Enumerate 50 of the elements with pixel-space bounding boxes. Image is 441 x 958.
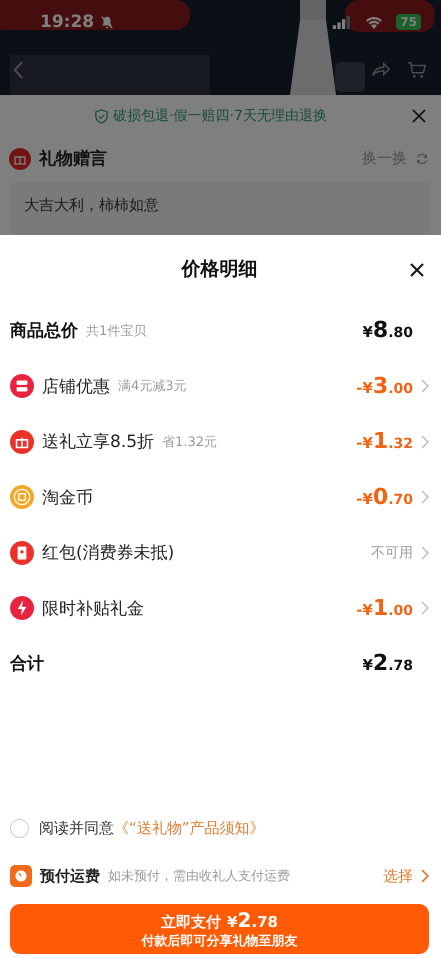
discount-label: 店铺优惠 [42,376,110,398]
terms-link[interactable]: 《“送礼物”产品须知》 [114,818,265,838]
chevron-icon[interactable] [421,434,429,449]
agree-text: 阅读并同意 [39,818,114,838]
guarantee-text: 破损包退·假一赔四·7天无理由退换 [113,107,327,125]
gift-message-field[interactable]: 大吉大利，柿柿如意 [10,182,431,235]
gift-icon [10,430,34,454]
item-count: 共1件宝贝 [86,322,146,340]
cart-icon[interactable] [407,60,427,80]
choose-link[interactable]: 选择 [383,866,413,886]
chevron-icon[interactable] [421,601,429,616]
discount-amount[interactable]: -¥3.00 [356,374,413,399]
close-icon[interactable] [409,262,425,278]
discount-amount[interactable]: -¥1.32 [356,429,413,454]
discount-label: 送礼立享8.5折 [42,431,154,454]
discount-amount[interactable]: -¥1.00 [356,596,413,621]
wifi-icon [364,15,384,29]
chevron-icon[interactable] [421,546,429,560]
pay-button[interactable]: 立即支付 ¥2.78 付款后即可分享礼物至朋友 [10,904,429,954]
subtotal-label: 商品总价 [10,320,78,342]
prepay-title: 预付运费 [40,866,100,886]
total-amount: ¥2.78 [362,651,413,676]
chevron-icon[interactable] [421,379,429,394]
shield-icon [94,108,110,124]
discount-label: 限时补贴礼金 [42,598,144,620]
prepay-note: 如未预付，需由收礼人支付运费 [108,868,290,885]
discount-amount[interactable]: -¥0.70 [356,484,413,510]
discount-amount[interactable]: 不可用 [371,544,413,562]
refresh-icon[interactable] [415,152,429,166]
sheet-title: 价格明细 [182,257,258,282]
lightning-icon [10,596,34,620]
gift-icon [9,148,31,170]
muted-bell-icon [100,15,114,29]
shop-icon [10,374,34,398]
battery-level: 75 [396,14,421,30]
agree-checkbox[interactable] [10,818,29,838]
signal-icon [332,16,352,28]
discount-label: 淘金币 [42,486,93,509]
discount-note: 省1.32元 [162,434,217,451]
discount-note: 满4元减3元 [118,378,187,396]
clock-icon [10,865,32,887]
chevron-icon[interactable] [421,869,429,883]
status-time: 19:28 [40,12,94,32]
coin-icon [10,485,34,510]
total-label: 合计 [10,653,44,676]
envelope-icon [10,540,34,565]
discount-label: 红包(消费券未抵) [42,542,174,564]
subtotal-amount: ¥8.80 [362,318,413,344]
chevron-icon[interactable] [421,490,429,504]
gift-message-title: 礼物赠言 [39,148,107,170]
